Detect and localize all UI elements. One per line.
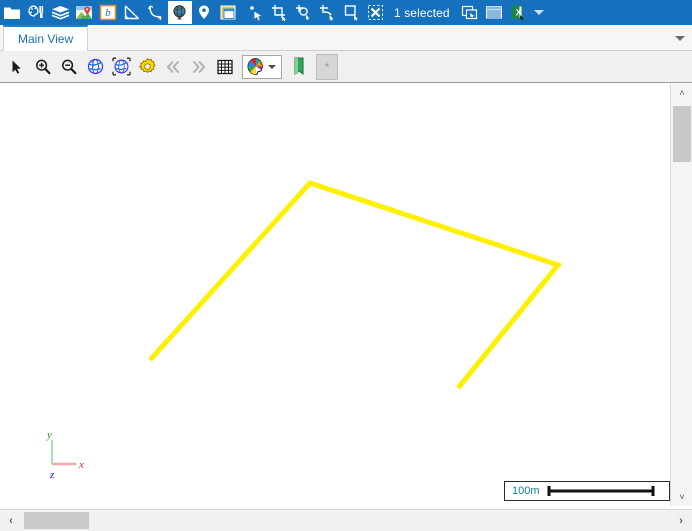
scroll-right-arrow-icon[interactable]: ›	[670, 510, 692, 531]
scale-bar-label: 100m	[512, 485, 540, 497]
toolbar-overflow-caret-icon[interactable]	[530, 1, 548, 24]
window-frame-icon[interactable]	[216, 1, 240, 24]
globe-icon[interactable]	[168, 1, 192, 24]
application-window: b 1 selected X Main View * y x z 100m ˄ …	[0, 0, 692, 531]
zoom-select-icon[interactable]	[292, 1, 316, 24]
export-excel-icon[interactable]: X	[506, 1, 530, 24]
copy-to-window-icon[interactable]	[458, 1, 482, 24]
main-toolbar: b 1 selected X	[0, 0, 692, 25]
axis-label-z: z	[49, 469, 55, 480]
lasso-select-icon[interactable]	[316, 1, 340, 24]
yellow-polyline[interactable]	[148, 180, 563, 390]
horizontal-scroll-thumb[interactable]	[24, 512, 89, 529]
palette-tools-icon[interactable]	[24, 1, 48, 24]
rect-select-icon[interactable]	[340, 1, 364, 24]
globe-zoom-icon[interactable]	[82, 54, 108, 80]
layers-stack-icon[interactable]	[48, 1, 72, 24]
tab-list-caret-icon[interactable]	[674, 33, 686, 43]
tab-strip: Main View	[0, 25, 692, 51]
location-pin-icon[interactable]	[192, 1, 216, 24]
next-view-icon[interactable]	[186, 54, 212, 80]
view-toolbar: *	[0, 51, 692, 83]
tab-label: Main View	[18, 32, 74, 46]
zoom-in-icon[interactable]	[30, 54, 56, 80]
bing-maps-icon[interactable]: b	[96, 1, 120, 24]
map-pin-icon[interactable]	[72, 1, 96, 24]
map-canvas[interactable]: y x z 100m	[0, 84, 671, 506]
asterisk-button[interactable]: *	[316, 53, 338, 80]
measure-angle-icon[interactable]	[120, 1, 144, 24]
palette-caret-icon[interactable]	[266, 56, 278, 78]
globe-extent-icon[interactable]	[108, 54, 134, 80]
previous-view-icon[interactable]	[160, 54, 186, 80]
svg-text:b: b	[105, 7, 111, 19]
curve-tool-icon[interactable]	[144, 1, 168, 24]
axis-label-x: x	[78, 459, 84, 471]
scale-bar-graphic	[547, 486, 655, 496]
tab-main-view[interactable]: Main View	[3, 25, 89, 51]
scale-bar: 100m	[504, 481, 670, 501]
zoom-out-icon[interactable]	[56, 54, 82, 80]
settings-gear-icon[interactable]	[134, 54, 160, 80]
grid-icon[interactable]	[212, 54, 238, 80]
axis-label-y: y	[46, 429, 52, 441]
clear-selection-icon[interactable]	[364, 1, 388, 24]
color-palette-icon	[247, 57, 263, 76]
crop-select-icon[interactable]	[268, 1, 292, 24]
axis-gizmo: y x z	[38, 428, 90, 481]
vertical-scrollbar[interactable]: ˄ ˅	[670, 84, 692, 506]
vertical-scroll-thumb[interactable]	[673, 106, 691, 162]
green-bookmark-icon[interactable]	[286, 54, 312, 80]
scroll-up-arrow-icon[interactable]: ˄	[671, 84, 692, 102]
select-pointer-icon[interactable]	[244, 1, 268, 24]
scroll-left-arrow-icon[interactable]: ‹	[0, 510, 22, 531]
color-palette-control[interactable]	[242, 54, 282, 79]
scroll-down-arrow-icon[interactable]: ˅	[671, 488, 692, 506]
canvas-graphics	[148, 180, 563, 390]
pointer-arrow-icon[interactable]	[4, 54, 30, 80]
open-folder-icon[interactable]	[0, 1, 24, 24]
horizontal-scrollbar[interactable]: ‹ ›	[0, 509, 692, 531]
table-view-icon[interactable]	[482, 1, 506, 24]
selection-status: 1 selected	[394, 5, 450, 20]
